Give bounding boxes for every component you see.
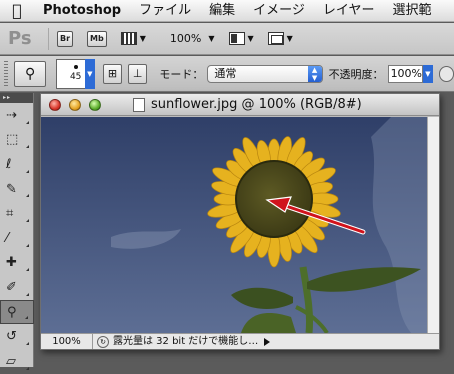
options-bar: ⚲ 45 ▼ ⊞ ⊥ モード： 通常 ▲ ▼ 不透明度： 100% ▼ [0, 56, 454, 92]
apple-icon[interactable]:  [0, 0, 34, 21]
menu-file[interactable]: ファイル [130, 0, 200, 21]
chevron-down-icon: ▼ [208, 34, 215, 43]
minimize-button[interactable] [69, 99, 81, 111]
vertical-scrollbar[interactable] [427, 117, 439, 333]
status-text: 露光量は 32 bit だけで機能し… [113, 336, 259, 347]
stamp-icon: ⚲ [25, 65, 36, 82]
sunflower-image [41, 117, 427, 333]
brush-size-value: 45 [69, 72, 82, 82]
zoom-level-select[interactable]: 100% ▼ [160, 32, 215, 45]
screen-mode-icon [267, 32, 284, 45]
chevron-down-icon: ▼ [286, 34, 293, 43]
status-menu-arrow-icon[interactable] [264, 337, 271, 346]
menu-select[interactable]: 選択範 [384, 0, 441, 21]
document-statusbar: 100% ↻ 露光量は 32 bit だけで機能し… [41, 333, 439, 349]
blend-mode-select[interactable]: 通常 ▲ ▼ [207, 64, 323, 83]
chevron-down-icon: ▼ [84, 58, 95, 89]
blend-mode-value: 通常 [214, 66, 237, 80]
status-zoom-input[interactable]: 100% [41, 334, 93, 349]
eyedropper-tool-icon[interactable]: ⁄ [0, 226, 34, 251]
move-tool-icon[interactable]: ⇢ [0, 103, 34, 128]
history-brush-tool-icon[interactable]: ↺ [0, 324, 34, 349]
document-title: sunflower.jpg @ 100% (RGB/8#) [151, 97, 362, 112]
menubar:  Photoshop ファイル 編集 イメージ レイヤー 選択範 [0, 0, 454, 22]
document-window: sunflower.jpg @ 100% (RGB/8#) 100% ↻ 露光量… [40, 93, 440, 350]
screen-mode-button[interactable]: ▼ [267, 32, 293, 45]
brush-tool-icon[interactable]: ✐ [0, 275, 34, 300]
airbrush-icon[interactable] [438, 65, 454, 82]
photoshop-logo: Ps [8, 28, 32, 49]
status-info-icon[interactable]: ↻ [97, 335, 109, 348]
view-extras-button[interactable]: ▼ [120, 32, 146, 45]
menu-layer[interactable]: レイヤー [314, 0, 384, 21]
document-titlebar[interactable]: sunflower.jpg @ 100% (RGB/8#) [41, 94, 439, 116]
toggle-brush-panel-button[interactable]: ⊞ [102, 63, 123, 84]
image-canvas[interactable] [41, 117, 427, 333]
menu-edit[interactable]: 編集 [200, 0, 244, 21]
grip-handle[interactable] [4, 60, 8, 87]
marquee-tool-icon[interactable]: ⬚ [0, 128, 34, 153]
updown-arrows-icon: ▲ ▼ [307, 65, 322, 82]
lasso-tool-icon[interactable]: ℓ [0, 152, 34, 177]
application-bar: Ps Br Mb ▼ 100% ▼ ▼ ▼ [0, 23, 454, 55]
opacity-input[interactable]: 100% [387, 64, 424, 83]
quick-selection-tool-icon[interactable]: ✎ [0, 177, 34, 202]
divider [48, 27, 49, 50]
tools-panel: ▸▸ ⇢ ⬚ ℓ ✎ ⌗ ⁄ ✚ ✐ ⚲ ↺ ▱ [0, 93, 34, 370]
film-icon [120, 32, 137, 45]
tool-preset-picker[interactable]: ⚲ [13, 60, 47, 87]
tools-panel-grip[interactable]: ▸▸ [0, 93, 33, 103]
clone-source-icon: ⊥ [132, 67, 143, 80]
zoom-button[interactable] [89, 99, 101, 111]
opacity-slider-button[interactable]: ▼ [423, 64, 433, 83]
crop-tool-icon[interactable]: ⌗ [0, 201, 34, 226]
menu-image[interactable]: イメージ [244, 0, 314, 21]
chevron-down-icon: ▼ [139, 34, 146, 43]
clone-stamp-tool-icon[interactable]: ⚲ [0, 299, 34, 325]
toggle-clone-source-button[interactable]: ⊥ [128, 63, 148, 84]
brush-tip-icon [73, 65, 78, 69]
menu-app-photoshop[interactable]: Photoshop [34, 0, 130, 21]
launch-bridge-button[interactable]: Br [57, 30, 74, 47]
eraser-tool-icon[interactable]: ▱ [0, 349, 34, 374]
brush-preset-picker[interactable]: 45 ▼ [56, 58, 95, 89]
mini-bridge-button[interactable]: Mb [87, 30, 107, 47]
zoom-level-value: 100% [169, 32, 202, 45]
opacity-label: 不透明度： [328, 67, 384, 81]
healing-brush-tool-icon[interactable]: ✚ [0, 251, 34, 276]
close-button[interactable] [49, 99, 61, 111]
brush-panel-icon: ⊞ [107, 67, 118, 80]
arrange-icon [228, 32, 245, 45]
chevron-down-icon: ▼ [247, 34, 254, 43]
mode-label: モード： [159, 67, 204, 81]
document-icon [133, 98, 145, 112]
arrange-documents-button[interactable]: ▼ [228, 32, 254, 45]
